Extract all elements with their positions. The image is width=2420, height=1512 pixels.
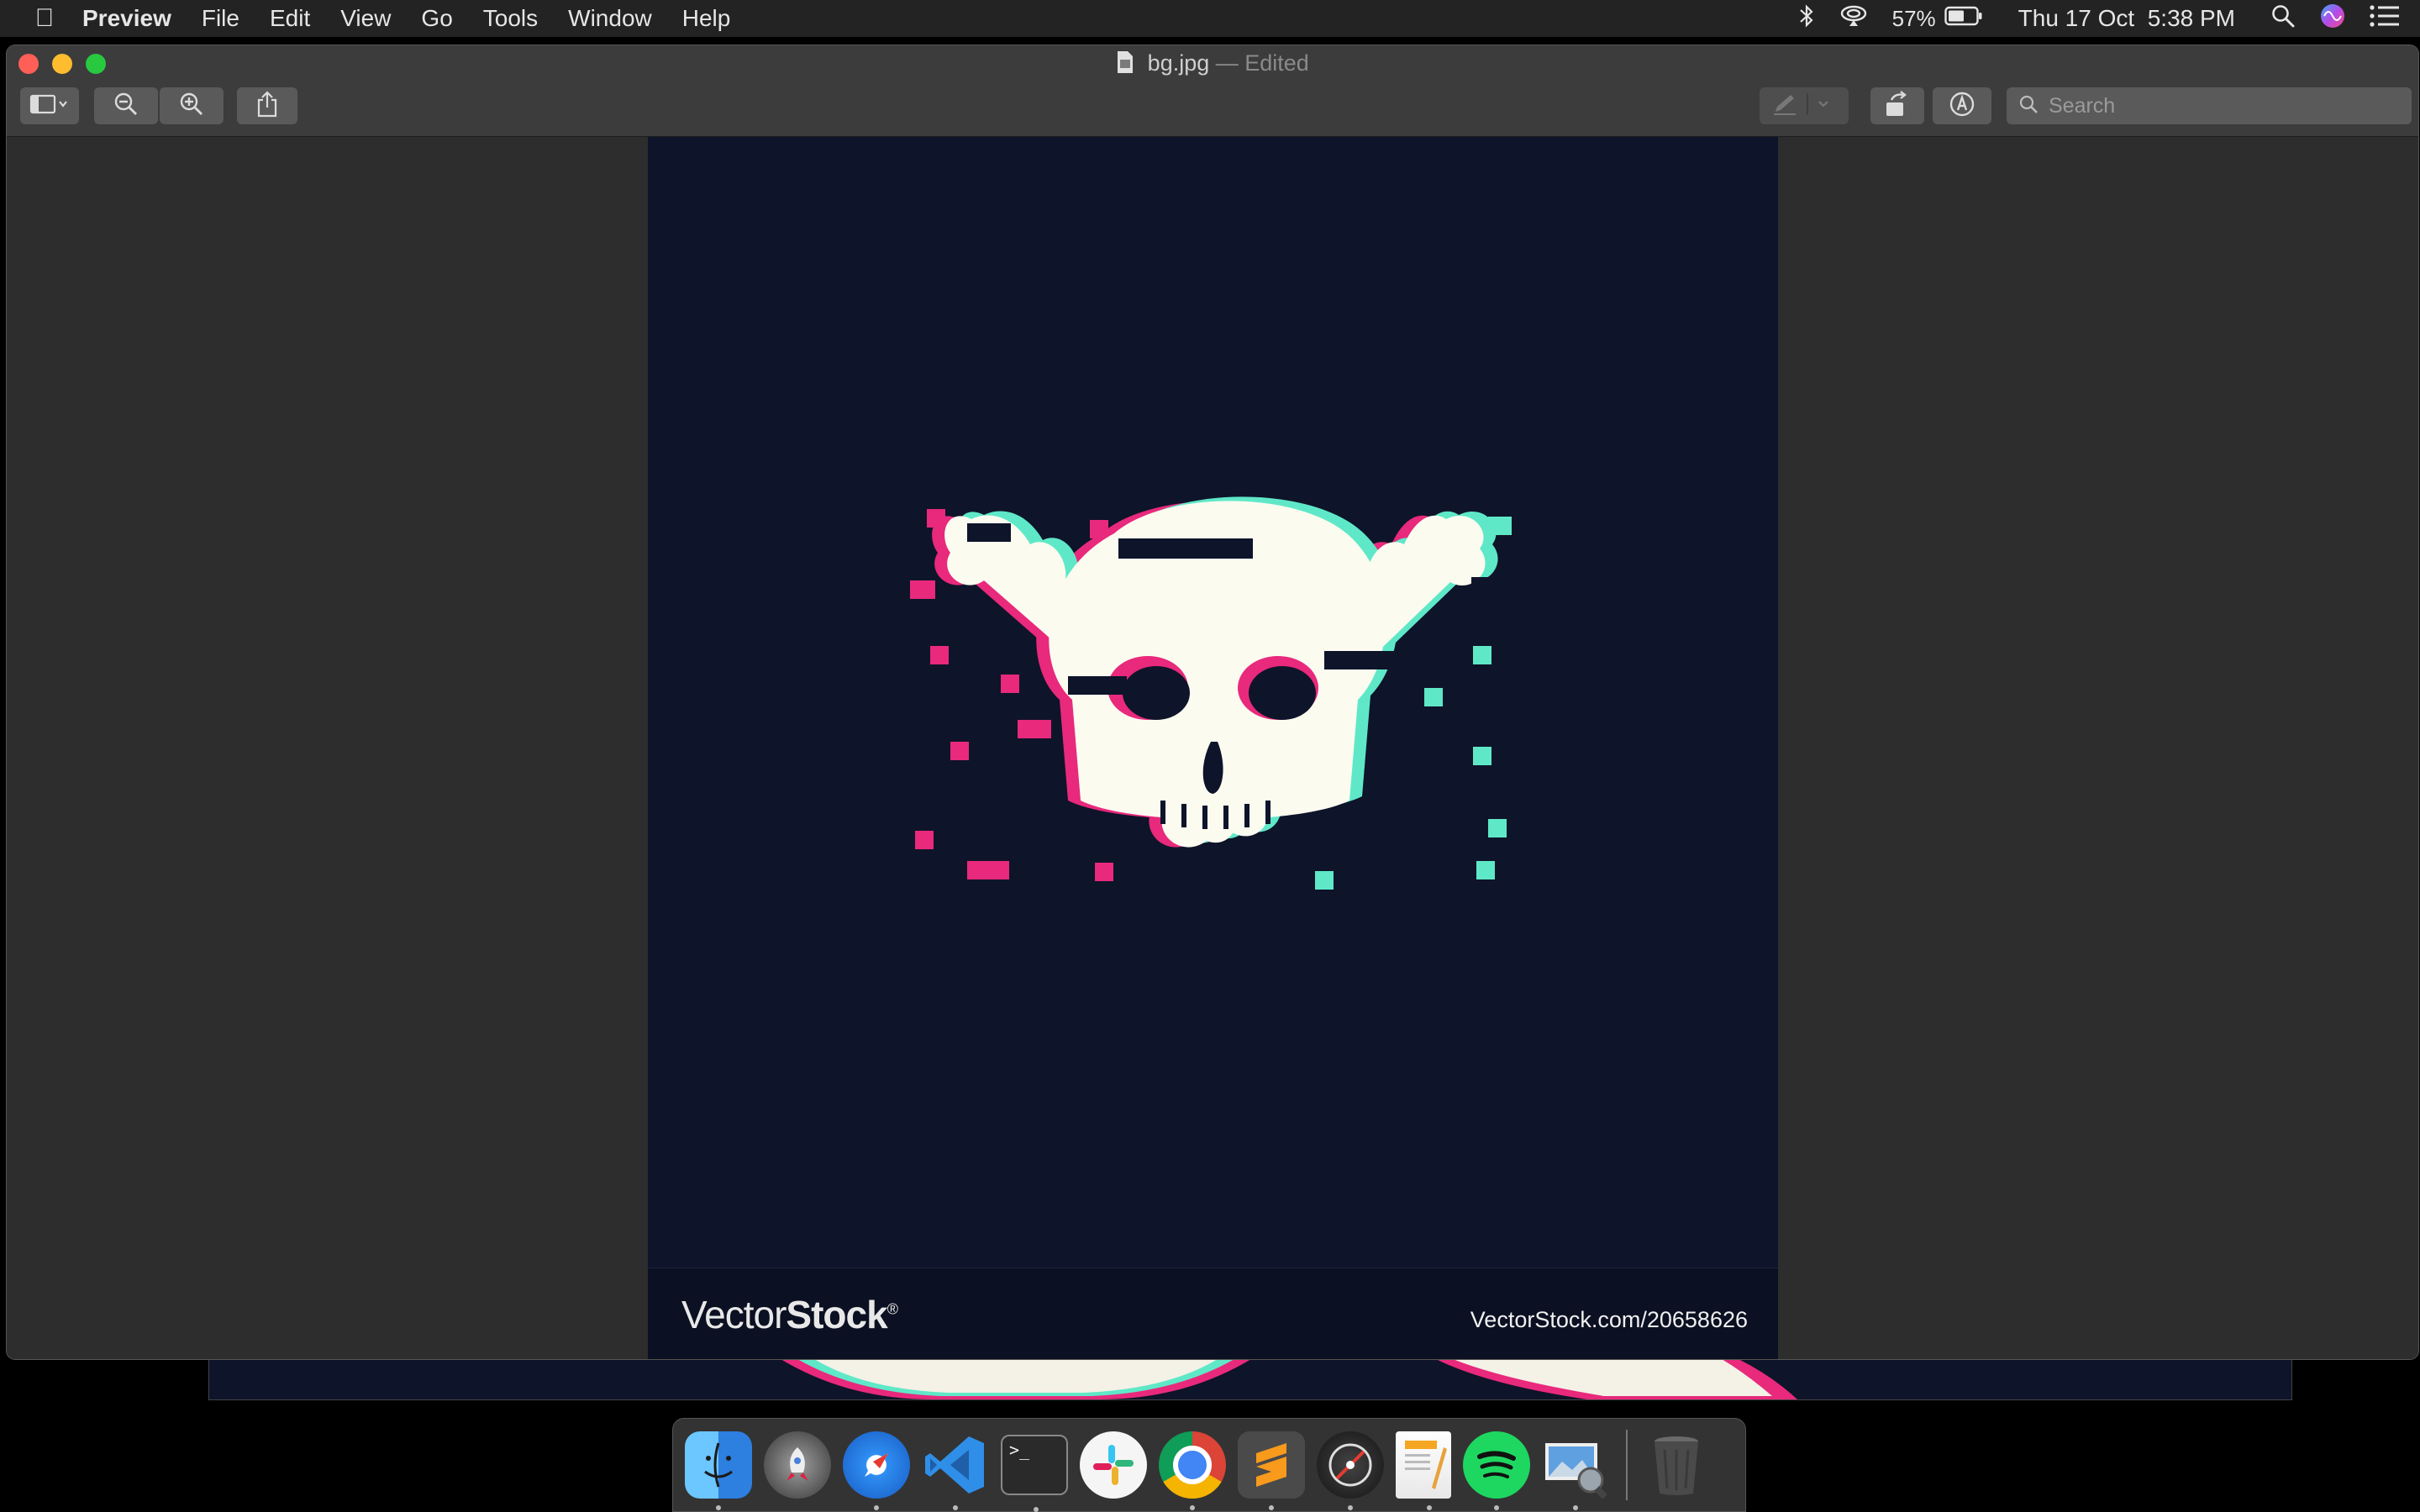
dock-launchpad[interactable] [764,1431,831,1499]
image-source-url: VectorStock.com/20658626 [1470,1307,1748,1332]
dock-slack[interactable] [1080,1431,1147,1499]
running-indicator [1427,1505,1432,1510]
running-indicator [716,1505,721,1510]
zoom-in-icon [179,92,204,121]
zoom-out-icon [113,92,139,121]
compass-icon [865,1453,888,1477]
document-canvas[interactable]: VectorStock® VectorStock.com/20658626 [7,137,2418,1359]
status-area: 57% Thu 17 Oct 5:38 PM [1786,0,2420,37]
running-indicator [1348,1505,1353,1510]
spotify-icon [1477,1451,1516,1478]
logo-text-vector: Vector [681,1293,786,1336]
dock-digital-color-meter[interactable] [1317,1431,1384,1510]
menu-bar:  Preview File Edit View Go Tools Window… [0,0,2420,37]
search-icon [2018,94,2039,118]
rotate-button[interactable] [1870,87,1924,124]
vectorstock-logo: VectorStock® [681,1292,898,1337]
document-icon [1116,50,1134,80]
glitch-skull-illustration [910,496,1518,890]
zoom-out-button[interactable] [94,87,158,124]
dock-sublime-text[interactable] [1238,1431,1305,1510]
trash-icon [1655,1436,1698,1495]
sidebar-toggle-button[interactable] [20,87,79,124]
document-image: VectorStock® VectorStock.com/20658626 [648,137,1778,1359]
running-indicator [1034,1507,1039,1512]
running-indicator [1494,1505,1499,1510]
menu-window[interactable]: Window [553,0,667,37]
logo-text-stock: Stock [786,1293,887,1336]
markup-toolbar-button[interactable] [1933,87,1991,124]
markup-icon [1949,91,1975,122]
chrome-icon [1173,1446,1212,1484]
battery-icon[interactable] [1944,5,1983,32]
dock-spotify[interactable] [1463,1431,1530,1510]
notification-center-icon[interactable] [2370,4,2400,33]
sidebar-icon [29,93,70,119]
running-indicator [953,1505,958,1510]
menu-tools[interactable]: Tools [468,0,553,37]
image-watermark-footer: VectorStock® VectorStock.com/20658626 [648,1268,1778,1359]
apple-logo-icon[interactable]:  [22,4,67,33]
share-button[interactable] [237,87,297,124]
background-window[interactable] [208,1359,2292,1400]
preview-window: bg.jpg — Edited Search VectorStock® Vect… [7,45,2418,1359]
terminal-prompt-icon: >_ [1009,1440,1030,1460]
menu-file[interactable]: File [187,0,255,37]
window-edited-status: — Edited [1215,50,1309,76]
slack-icon [1093,1445,1134,1485]
sublime-icon [1256,1443,1286,1487]
window-title: bg.jpg — Edited [7,50,2418,80]
running-indicator [1573,1505,1578,1510]
dock-trash[interactable] [1643,1431,1710,1499]
markup-pen-button[interactable] [1760,87,1849,124]
color-meter-icon [1328,1443,1372,1487]
dock: >_ [672,1418,1746,1512]
dock-preview[interactable] [1542,1431,1609,1510]
dock-vscode[interactable] [922,1431,989,1510]
bluetooth-icon[interactable] [1798,3,1815,34]
running-indicator [1190,1505,1195,1510]
rocket-icon [786,1447,808,1481]
registered-mark: ® [886,1300,898,1318]
dock-terminal[interactable]: >_ [1001,1435,1068,1512]
dock-separator [1626,1430,1628,1500]
battery-percent: 57% [1891,5,1936,31]
dock-pages[interactable] [1396,1431,1451,1510]
window-filename: bg.jpg [1147,50,1210,76]
zoom-in-button[interactable] [160,87,224,124]
search-field[interactable] [2007,87,2412,124]
rotate-icon [1883,90,1912,122]
dock-finder[interactable] [685,1431,752,1510]
menu-view[interactable]: View [325,0,406,37]
clock[interactable]: Thu 17 Oct 5:38 PM [2018,5,2235,32]
airplay-icon[interactable] [1839,4,1869,34]
window-toolbar: bg.jpg — Edited [7,45,2418,137]
siri-icon[interactable] [2319,3,2346,35]
vscode-icon [925,1436,984,1494]
background-window-image [781,1359,1797,1399]
dock-safari[interactable] [843,1431,910,1510]
search-input[interactable] [2047,92,2403,119]
menu-app-name[interactable]: Preview [67,0,187,37]
dock-chrome[interactable] [1159,1431,1226,1510]
spotlight-search-icon[interactable] [2270,3,2296,34]
preview-icon [1545,1443,1607,1499]
finder-icon [704,1442,733,1488]
pen-icon [1770,92,1838,121]
menu-go[interactable]: Go [406,0,467,37]
menu-edit[interactable]: Edit [255,0,325,37]
running-indicator [1269,1505,1274,1510]
running-indicator [874,1505,879,1510]
menu-help[interactable]: Help [667,0,746,37]
share-icon [256,90,278,122]
pages-icon [1405,1441,1447,1489]
